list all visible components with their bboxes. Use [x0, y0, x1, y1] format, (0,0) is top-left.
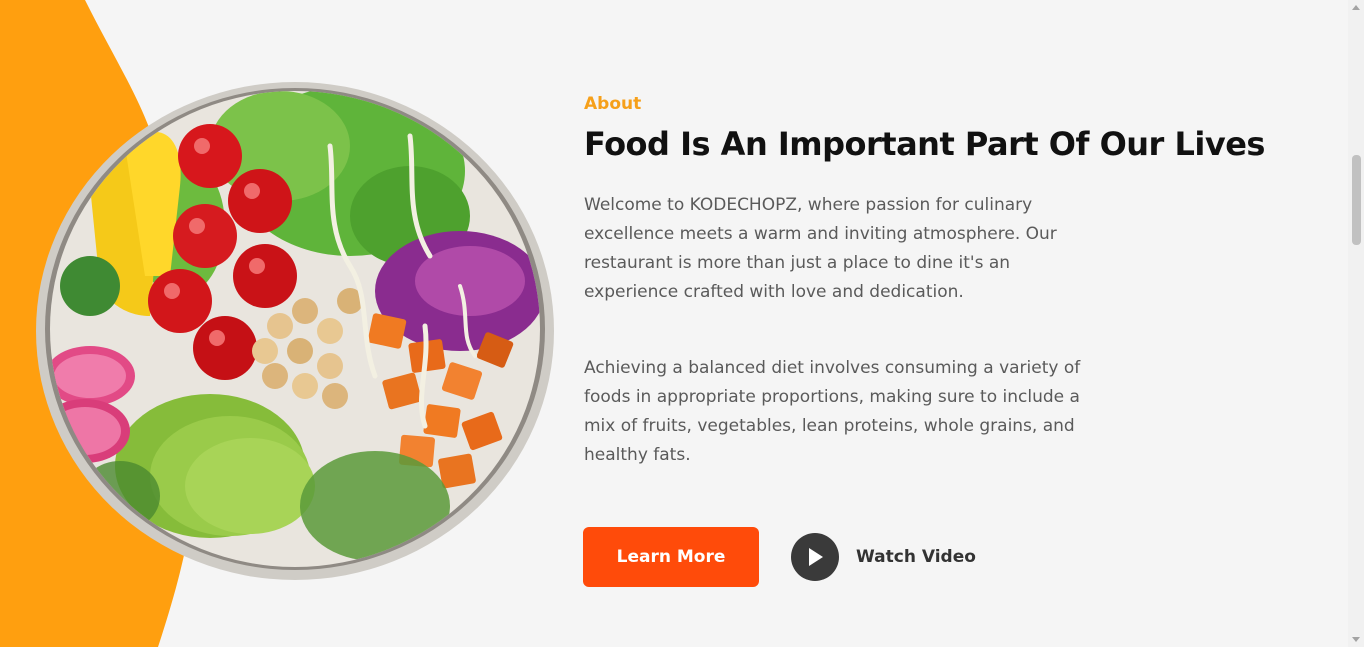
- play-button[interactable]: [791, 533, 839, 581]
- scroll-down-icon[interactable]: [1352, 637, 1360, 642]
- about-section: About Food Is An Important Part Of Our L…: [584, 92, 1265, 470]
- salad-bowl-image: [30, 76, 560, 586]
- watch-video-link[interactable]: Watch Video: [791, 533, 976, 581]
- scroll-thumb[interactable]: [1352, 155, 1361, 245]
- about-paragraph-2: Achieving a balanced diet involves consu…: [584, 358, 1081, 465]
- section-title: Food Is An Important Part Of Our Lives: [584, 125, 1265, 163]
- learn-more-button[interactable]: Learn More: [583, 527, 759, 587]
- watch-video-label: Watch Video: [856, 547, 976, 567]
- about-paragraph-1: Welcome to KODECHOPZ, where passion for …: [584, 195, 1057, 302]
- about-actions: Learn More Watch Video: [583, 527, 976, 587]
- play-icon: [809, 548, 823, 566]
- section-eyebrow: About: [584, 94, 642, 114]
- scroll-up-icon[interactable]: [1352, 5, 1360, 10]
- page-scrollbar[interactable]: [1348, 0, 1364, 647]
